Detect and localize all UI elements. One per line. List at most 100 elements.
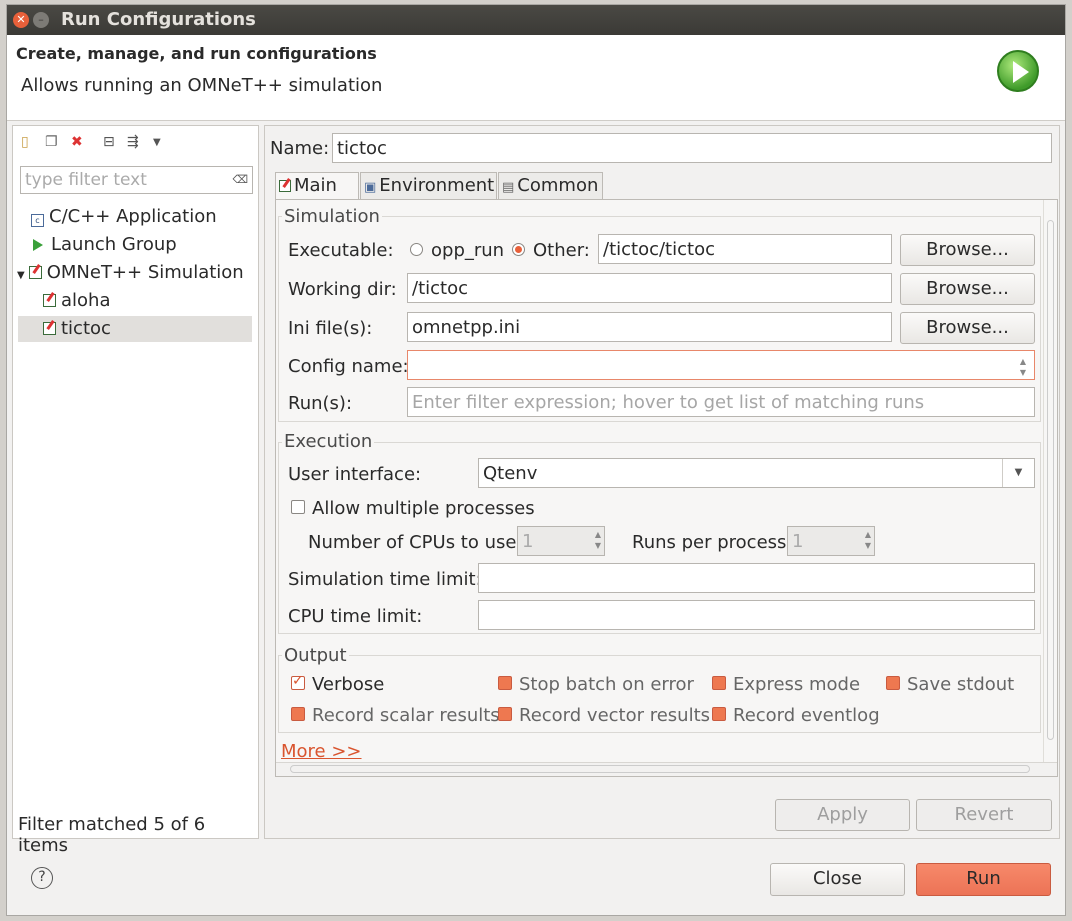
stop-batch-checkbox[interactable] xyxy=(498,676,512,690)
chevron-down-icon[interactable]: ▼ xyxy=(1002,459,1034,487)
filter-status: Filter matched 5 of 6 items xyxy=(18,814,206,856)
cpus-label: Number of CPUs to use: xyxy=(308,532,523,553)
run-banner-icon xyxy=(997,50,1039,92)
ini-label: Ini file(s): xyxy=(288,318,373,339)
user-interface-select[interactable]: Qtenv ▼ xyxy=(478,458,1035,488)
stop-batch-label: Stop batch on error xyxy=(519,674,694,695)
simulation-group-title: Simulation xyxy=(282,206,382,227)
runs-per-process-spinner: 1 ▲ ▼ xyxy=(787,526,875,556)
window-close-icon[interactable]: ✕ xyxy=(13,12,29,28)
run-configurations-dialog: ✕ – Run Configurations Create, manage, a… xyxy=(6,4,1066,916)
filter-config-icon[interactable]: ⇶ xyxy=(127,134,139,150)
run-button[interactable]: Run xyxy=(916,863,1051,896)
close-button[interactable]: Close xyxy=(770,863,905,896)
name-input[interactable]: tictoc xyxy=(332,133,1052,163)
omnet-config-icon xyxy=(43,322,56,335)
tree-item-omnet-simulation[interactable]: ▼ OMNeT++ Simulation xyxy=(17,260,244,286)
new-config-icon[interactable]: ▯ xyxy=(21,134,29,150)
duplicate-config-icon[interactable]: ❐ xyxy=(45,134,58,150)
tree-item-tictoc[interactable]: tictoc xyxy=(18,316,252,342)
apply-button[interactable]: Apply xyxy=(775,799,910,831)
delete-config-icon[interactable]: ✖ xyxy=(71,134,83,150)
opp-run-label: opp_run xyxy=(431,240,505,261)
spinner-updown-icon: ▲ ▼ xyxy=(864,530,871,550)
save-stdout-checkbox[interactable] xyxy=(886,676,900,690)
header-description: Allows running an OMNeT++ simulation xyxy=(21,75,383,96)
tree-item-launch-group[interactable]: Launch Group xyxy=(33,232,177,258)
dialog-header: Create, manage, and run configurations A… xyxy=(7,35,1065,121)
runs-per-process-label: Runs per process: xyxy=(632,532,793,553)
main-tab-icon xyxy=(279,180,291,192)
cpp-app-icon: c xyxy=(31,214,44,227)
executable-input[interactable]: /tictoc/tictoc xyxy=(598,234,892,264)
workdir-label: Working dir: xyxy=(288,279,397,300)
omnet-sim-icon xyxy=(28,266,42,279)
configuration-tree-pane: ▯ ❐ ✖ ⊟ ⇶ ▼ type filter text ⌫ c C/C++ Ap… xyxy=(12,125,259,856)
collapse-all-icon[interactable]: ⊟ xyxy=(103,134,115,150)
common-tab-icon: ▤ xyxy=(502,180,515,195)
header-title: Create, manage, and run configurations xyxy=(16,44,377,63)
user-interface-label: User interface: xyxy=(288,464,422,485)
view-menu-chevron-down-icon[interactable]: ▼ xyxy=(153,137,161,148)
tree-item-aloha[interactable]: aloha xyxy=(43,288,110,314)
window-title: Run Configurations xyxy=(61,9,256,30)
opp-run-radio[interactable] xyxy=(410,243,423,256)
workdir-input[interactable]: /tictoc xyxy=(407,273,892,303)
sim-time-limit-input[interactable] xyxy=(478,563,1035,593)
sim-time-limit-label: Simulation time limit: xyxy=(288,569,482,590)
expand-arrow-icon[interactable]: ▼ xyxy=(17,270,25,281)
help-icon[interactable]: ? xyxy=(31,867,53,889)
vertical-scroll-thumb[interactable] xyxy=(1047,220,1054,740)
horizontal-scrollbar[interactable] xyxy=(276,762,1057,776)
omnet-config-icon xyxy=(43,294,56,307)
record-vector-label: Record vector results xyxy=(519,705,711,726)
tree-item-cpp-application[interactable]: c C/C++ Application xyxy=(31,204,217,230)
tab-common[interactable]: ▤ Common xyxy=(498,172,603,200)
cpu-time-limit-input[interactable] xyxy=(478,600,1035,630)
tab-main[interactable]: Main xyxy=(275,172,359,200)
tab-environment[interactable]: ▣ Environment xyxy=(360,172,497,200)
launch-group-icon xyxy=(33,239,43,251)
filter-input[interactable]: type filter text ⌫ xyxy=(20,166,253,194)
executable-browse-button[interactable]: Browse... xyxy=(900,234,1035,266)
record-vector-checkbox[interactable] xyxy=(498,707,512,721)
runs-label: Run(s): xyxy=(288,393,353,414)
combo-updown-icon: ▲ ▼ xyxy=(1019,357,1026,377)
horizontal-scroll-thumb[interactable] xyxy=(290,765,1030,773)
record-eventlog-checkbox[interactable] xyxy=(712,707,726,721)
other-label: Other: xyxy=(533,240,590,261)
record-scalar-checkbox[interactable] xyxy=(291,707,305,721)
clear-filter-icon[interactable]: ⌫ xyxy=(232,173,248,186)
verbose-label: Verbose xyxy=(312,674,385,695)
record-scalar-label: Record scalar results xyxy=(312,705,500,726)
other-radio[interactable] xyxy=(512,243,525,256)
ini-input[interactable]: omnetpp.ini xyxy=(407,312,892,342)
allow-multiple-label: Allow multiple processes xyxy=(312,498,535,519)
name-label: Name: xyxy=(270,138,330,159)
cpu-time-limit-label: CPU time limit: xyxy=(288,606,423,627)
allow-multiple-checkbox[interactable] xyxy=(291,500,305,514)
workdir-browse-button[interactable]: Browse... xyxy=(900,273,1035,305)
main-tab-panel: Simulation Executable: opp_run Other: /t… xyxy=(275,199,1058,777)
revert-button[interactable]: Revert xyxy=(916,799,1052,831)
ini-browse-button[interactable]: Browse... xyxy=(900,312,1035,344)
record-eventlog-label: Record eventlog xyxy=(733,705,880,726)
output-group-title: Output xyxy=(282,645,349,666)
execution-group-title: Execution xyxy=(282,431,375,452)
window-minimize-icon[interactable]: – xyxy=(33,12,49,28)
configuration-editor: Name: tictoc Main ▣ Environment ▤ Common S… xyxy=(264,125,1060,839)
express-mode-label: Express mode xyxy=(733,674,861,695)
title-bar: ✕ – Run Configurations xyxy=(7,5,1065,35)
spinner-updown-icon: ▲ ▼ xyxy=(594,530,601,550)
runs-input[interactable]: Enter filter expression; hover to get li… xyxy=(407,387,1035,417)
config-name-combo[interactable]: ▲ ▼ xyxy=(407,350,1035,380)
express-mode-checkbox[interactable] xyxy=(712,676,726,690)
save-stdout-label: Save stdout xyxy=(907,674,1015,695)
config-name-label: Config name: xyxy=(288,356,409,377)
vertical-scrollbar[interactable] xyxy=(1043,200,1057,776)
environment-tab-icon: ▣ xyxy=(364,180,377,195)
more-link[interactable]: More >> xyxy=(281,741,362,762)
verbose-checkbox[interactable] xyxy=(291,673,305,690)
executable-label: Executable: xyxy=(288,240,394,261)
cpus-spinner: 1 ▲ ▼ xyxy=(517,526,605,556)
